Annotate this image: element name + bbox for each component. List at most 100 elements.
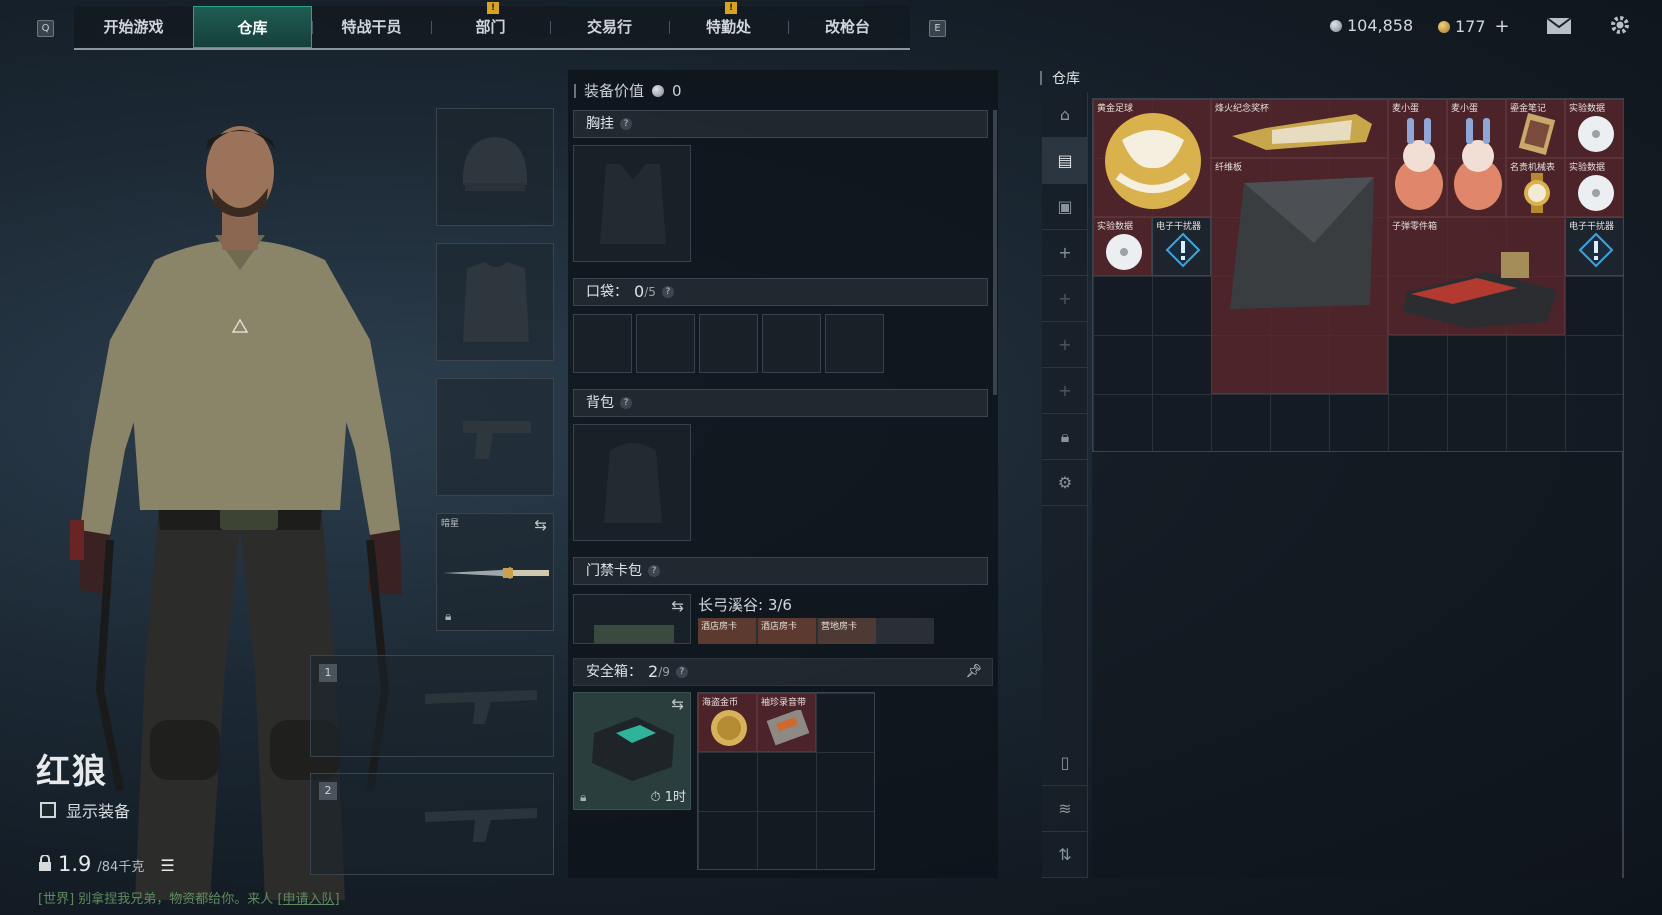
add-storage-tab-button[interactable]: + [1042,230,1088,276]
gear-scrollbar[interactable] [993,110,997,395]
rifle-icon [425,808,537,842]
list-icon[interactable]: ☰ [160,856,174,875]
silver-amount: 104,858 [1347,16,1414,35]
item-name: 纤维板 [1215,163,1243,173]
inventory-item[interactable]: 名贵机械表 [1506,158,1565,217]
sell-icon[interactable]: ▯ [1042,740,1088,786]
item-name: 海盗金币 [702,698,739,708]
tab-special-ops[interactable]: 特勤处! [669,2,788,48]
mail-icon[interactable] [1546,17,1572,39]
help-icon[interactable]: ? [620,118,632,130]
keycard-name: 酒店房卡 [701,622,738,632]
inventory-item[interactable]: 实验数据 [1093,217,1152,276]
tab-start-game[interactable]: 开始游戏 [74,6,193,48]
inventory-item[interactable]: 鎏金笔记 [1506,99,1565,158]
help-icon[interactable]: ? [620,397,632,409]
help-icon[interactable]: ? [675,666,688,678]
inventory-item[interactable]: 海盗金币 [698,693,757,752]
gold-coin-item-icon [711,710,747,746]
tab-label: 特战干员 [341,18,402,36]
tab-warehouse[interactable]: 仓库 [193,6,312,48]
add-storage-tab-button[interactable]: + [1042,276,1088,322]
safe-box-slot[interactable]: ⇆ 🔒︎ ⏱ 1时 [573,692,691,810]
help-icon[interactable]: ? [661,286,674,298]
data-disc-icon [1106,234,1142,270]
settings-gear-icon[interactable] [1608,13,1632,41]
inventory-item[interactable]: 烽火纪念奖杯 [1211,99,1388,158]
world-chat-message: [世界] 别拿捏我兄弟，物资都给你。来人 [申请入队] [38,888,340,907]
chest-rig-slot[interactable] [573,145,691,262]
show-gear-checkbox[interactable] [40,802,56,818]
lock-icon[interactable]: 🔒︎ [1042,414,1088,460]
inventory-item[interactable]: 袖珍录音带 [757,693,816,752]
layers-icon[interactable]: ≋ [1042,786,1088,832]
inventory-item[interactable]: 电子干扰器 [1565,217,1624,276]
keycard-map-progress: 长弓溪谷: 3/6 [698,596,792,614]
storage-tab-page-3[interactable]: ▤ [1042,138,1088,184]
pocket-slot[interactable] [762,314,821,373]
add-storage-tab-button[interactable]: + [1042,322,1088,368]
knife-icon [443,567,549,579]
silver-currency: 104,858 [1330,16,1413,35]
prev-tab-key-hint[interactable]: Q [37,20,54,37]
body-armor-slot[interactable] [436,243,554,361]
storage-tab-all[interactable]: ⌂ [1042,92,1088,138]
inventory-item[interactable]: 麦小蛋 [1388,99,1447,217]
add-currency-button[interactable]: + [1495,16,1510,37]
keycard-item[interactable]: 酒店房卡 [758,618,816,644]
sidearm-slot[interactable] [436,378,554,496]
tab-operators[interactable]: 特战干员 [312,6,431,48]
chest-rig-icon [600,164,666,244]
keycard-item[interactable]: 营地房卡 [818,618,876,644]
safe-box-grid: 海盗金币 袖珍录音带 [697,692,875,870]
silver-coin-icon [1330,19,1342,32]
primary-weapon-slot-2[interactable]: 2 [310,773,554,875]
alert-badge: ! [725,2,737,14]
swap-icon[interactable]: ⇆ [671,597,684,615]
divider [1040,71,1042,85]
inventory-item[interactable]: 麦小蛋 [1447,99,1506,217]
settings-gear-icon[interactable]: ⚙ [1042,460,1088,506]
storage-tab-page-4[interactable]: ▣ [1042,184,1088,230]
help-icon[interactable]: ? [648,565,660,577]
safe-box-count: 2 [648,662,659,681]
inventory-item[interactable]: 子弹零件箱 [1388,217,1565,335]
pocket-slot[interactable] [636,314,695,373]
inventory-item[interactable]: 实验数据 [1565,99,1624,158]
inventory-item[interactable]: 黄金足球 [1093,99,1211,217]
apply-join-link[interactable]: [申请入队] [277,892,339,907]
show-gear-toggle[interactable]: 显示装备 [40,798,130,822]
fiber-board-icon [1230,177,1374,309]
pocket-slot[interactable] [699,314,758,373]
pockets-max: /5 [644,285,656,299]
inventory-item[interactable]: 电子干扰器 [1152,217,1211,276]
trophy-icon [1232,114,1372,150]
pin-icon[interactable]: 📌︎ [965,659,982,685]
keycard-item[interactable]: 酒店房卡 [698,618,756,644]
next-tab-key-hint[interactable]: E [929,20,946,37]
melee-slot[interactable]: 暗星 ⇆ 🔒︎ [436,513,554,631]
gear-value-row: 装备价值 0 [574,80,682,101]
tab-department[interactable]: 部门! [431,2,550,48]
tab-trading[interactable]: 交易行 [550,6,669,48]
keycard-case-icon [594,625,674,643]
weight-value: 1.9 [58,852,92,876]
sort-icon[interactable]: ⇅ [1042,832,1088,878]
keycard-header: 门禁卡包 ? [573,557,988,585]
pockets-header: 口袋： 0/5 ? [573,278,988,306]
item-name: 麦小蛋 [1451,104,1479,114]
tab-gunsmith[interactable]: 改枪台 [788,6,907,48]
pocket-slot[interactable] [825,314,884,373]
swap-icon[interactable]: ⇆ [534,516,547,534]
tab-label: 改枪台 [824,18,870,36]
inventory-item[interactable]: 纤维板 [1211,158,1388,394]
inventory-item[interactable]: 实验数据 [1565,158,1624,217]
pocket-slot[interactable] [573,314,632,373]
helmet-slot[interactable] [436,108,554,226]
lock-icon: 🔒︎ [580,790,587,804]
add-storage-tab-button[interactable]: + [1042,368,1088,414]
tab-label: 部门 [475,18,506,36]
primary-weapon-slot-1[interactable]: 1 [310,655,554,757]
backpack-slot[interactable] [573,424,691,541]
keycard-case-slot[interactable]: ⇆ [573,594,691,644]
